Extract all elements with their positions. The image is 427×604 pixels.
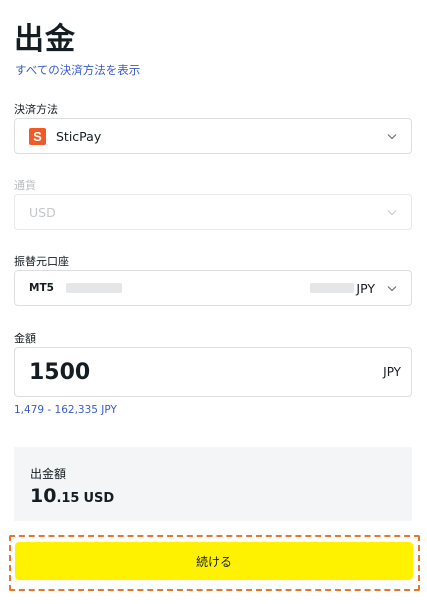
payment-method-value: SticPay	[56, 128, 102, 144]
sticpay-logo-icon: S	[29, 127, 46, 145]
amount-label: 金額	[14, 332, 36, 345]
chevron-down-icon	[385, 205, 399, 219]
payment-method-select[interactable]: S SticPay	[14, 118, 412, 154]
payment-method-label: 決済方法	[14, 103, 58, 116]
source-account-select[interactable]: MT5 JPY	[14, 270, 412, 306]
continue-button[interactable]: 続ける	[15, 542, 413, 580]
chevron-down-icon	[385, 281, 399, 295]
amount-input[interactable]: 1500 JPY	[14, 347, 412, 397]
withdrawal-amount-label: 出金額	[30, 467, 67, 481]
amount-range-hint: 1,479 - 162,335 JPY	[14, 404, 117, 416]
withdrawal-amount-decimal: .15	[56, 491, 80, 506]
amount-value[interactable]: 1500	[29, 360, 383, 385]
source-account-label: 振替元口座	[14, 255, 69, 268]
currency-select: USD	[14, 194, 412, 230]
page-title: 出金	[14, 22, 76, 57]
chevron-down-icon	[385, 129, 399, 143]
all-payment-methods-link[interactable]: すべての決済方法を表示	[15, 62, 140, 78]
currency-value: USD	[29, 204, 56, 220]
account-currency: JPY	[356, 280, 375, 296]
account-number-redacted	[65, 283, 122, 293]
platform-badge: MT5	[29, 282, 54, 294]
withdrawal-amount: 10.15 USD	[30, 485, 412, 507]
currency-label: 通貨	[14, 179, 36, 192]
withdrawal-amount-integer: 10	[30, 485, 57, 507]
withdrawal-amount-currency: USD	[83, 491, 115, 506]
balance-redacted	[310, 283, 355, 293]
amount-currency: JPY	[383, 365, 401, 379]
withdrawal-summary: 出金額 10.15 USD	[14, 447, 412, 521]
